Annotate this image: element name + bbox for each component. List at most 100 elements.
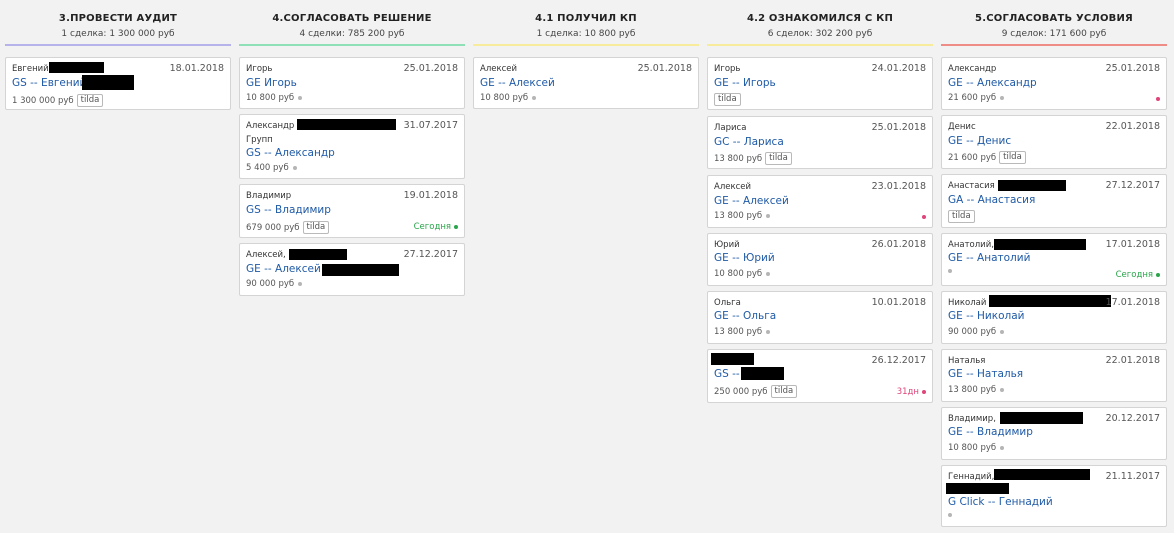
column-title[interactable]: 4.2 ОЗНАКОМИЛСЯ С КП: [707, 13, 933, 24]
deal-card[interactable]: Геннадий, 21.11.2017 G Click -- Геннадий: [941, 465, 1167, 527]
deal-title-link[interactable]: GE -- Денис: [948, 135, 1011, 147]
column-title[interactable]: 4.1 ПОЛУЧИЛ КП: [473, 13, 699, 24]
column-title[interactable]: 5.СОГЛАСОВАТЬ УСЛОВИЯ: [941, 13, 1167, 24]
tag-badge[interactable]: tilda: [714, 93, 741, 106]
task-status[interactable]: Сегодня: [1116, 270, 1160, 280]
deal-meta: [944, 513, 952, 517]
deal-amount: 13 800 руб: [714, 153, 763, 164]
redacted-block: [946, 483, 1009, 494]
contact-name: Игорь: [246, 64, 273, 74]
deal-card[interactable]: Николай 17.01.2018 GE -- Николай 90 000 …: [941, 291, 1167, 344]
deal-date: 23.01.2018: [871, 181, 926, 192]
redacted-block: [994, 239, 1086, 250]
deal-date: 26.01.2018: [871, 239, 926, 250]
deal-card[interactable]: Наталья 22.01.2018 GE -- Наталья 13 800 …: [941, 349, 1167, 402]
deal-card[interactable]: Владимир 19.01.2018 GS -- Владимир 679 0…: [239, 184, 465, 238]
deal-date: 26.12.2017: [871, 355, 926, 366]
deal-title-link[interactable]: GE -- Александр: [948, 77, 1037, 89]
tag-badge[interactable]: tilda: [765, 152, 792, 165]
deal-date: 21.11.2017: [1105, 471, 1160, 482]
redacted-block: [289, 249, 347, 260]
deal-card[interactable]: Алексей 23.01.2018 GE -- Алексей 13 800 …: [707, 175, 933, 228]
task-status[interactable]: Сегодня: [414, 222, 458, 232]
pipeline-board: 3.ПРОВЕСТИ АУДИТ 1 сделка: 1 300 000 руб…: [0, 0, 1174, 533]
deal-date: 25.01.2018: [871, 122, 926, 133]
deal-card[interactable]: Денис 22.01.2018 GE -- Денис 21 600 руб …: [941, 115, 1167, 169]
deal-card[interactable]: Евгений 18.01.2018 GS -- Евгений 1 300 0…: [5, 57, 231, 110]
deal-date: 24.01.2018: [871, 63, 926, 74]
deal-amount: 10 800 руб: [714, 269, 763, 279]
contact-name: Анатолий,: [948, 240, 994, 250]
column-title[interactable]: 4.СОГЛАСОВАТЬ РЕШЕНИЕ: [239, 13, 465, 24]
tag-badge[interactable]: tilda: [76, 94, 104, 107]
tag-badge[interactable]: tilda: [770, 385, 798, 398]
overdue-dot-icon: [1156, 97, 1160, 101]
deal-amount: 10 800 руб: [480, 93, 529, 103]
deal-meta: 10 800 руб: [714, 269, 771, 279]
contact-name: Лариса: [714, 123, 747, 133]
tag-badge[interactable]: tilda: [948, 210, 975, 223]
deal-card[interactable]: Алексей 25.01.2018 GE -- Алексей 10 800 …: [473, 57, 699, 109]
tag-badge[interactable]: tilda: [302, 221, 330, 234]
deal-title-link[interactable]: GC -- Лариса: [714, 136, 784, 148]
activity-dot-icon: [532, 96, 537, 100]
deal-title-link[interactable]: GE -- Алексей: [714, 195, 789, 207]
deal-title-link[interactable]: GE -- Ольга: [714, 310, 776, 322]
deal-title-link[interactable]: GS --: [714, 368, 740, 380]
deal-card[interactable]: Лариса 25.01.2018 GC -- Лариса 13 800 ру…: [707, 116, 933, 169]
deal-card[interactable]: 26.12.2017 GS -- 250 000 руб tilda 31дн: [707, 349, 933, 403]
deal-card[interactable]: Анатолий, 17.01.2018 GE -- Анатолий Сего…: [941, 233, 1167, 286]
column-color-bar: [473, 44, 699, 46]
deal-title-link[interactable]: GE -- Алексей (: [246, 263, 328, 275]
deal-card[interactable]: Игорь 25.01.2018 GE Игорь 10 800 руб: [239, 57, 465, 109]
deal-date: 17.01.2018: [1105, 297, 1160, 308]
column-stats: 6 сделок: 302 200 руб: [767, 29, 873, 39]
deal-card[interactable]: Алексей, 27.12.2017 GE -- Алексей ( 90 0…: [239, 243, 465, 296]
deal-card[interactable]: Игорь 24.01.2018 GE -- Игорь tilda: [707, 57, 933, 110]
redacted-block: [82, 75, 134, 90]
deal-title-link[interactable]: GS -- Евгений: [12, 77, 86, 89]
deal-meta: 10 800 руб: [480, 93, 537, 103]
contact-name: Юрий: [714, 240, 740, 250]
column-title[interactable]: 3.ПРОВЕСТИ АУДИТ: [5, 13, 231, 24]
deal-title-link[interactable]: GE -- Юрий: [714, 252, 775, 264]
task-status[interactable]: 31дн: [897, 387, 926, 397]
activity-dot-icon: [1000, 330, 1005, 334]
contact-name: Наталья: [948, 356, 986, 366]
deal-title-link[interactable]: G Click -- Геннадий: [948, 496, 1053, 508]
deal-title-link[interactable]: GE -- Игорь: [714, 77, 776, 89]
deal-amount: 90 000 руб: [948, 327, 997, 337]
deal-meta: 250 000 руб tilda: [714, 385, 798, 398]
redacted-block: [741, 367, 784, 380]
column-stats: 9 сделок: 171 600 руб: [1001, 29, 1107, 39]
deal-meta: 13 800 руб: [948, 385, 1005, 395]
deal-title-link[interactable]: GE -- Николай: [948, 310, 1024, 322]
deal-title-link[interactable]: GE Игорь: [246, 77, 297, 89]
deal-card[interactable]: Ольга 10.01.2018 GE -- Ольга 13 800 руб: [707, 291, 933, 344]
task-status-label: Сегодня: [413, 222, 451, 232]
deal-card[interactable]: Владимир, 20.12.2017 GE -- Владимир 10 8…: [941, 407, 1167, 460]
redacted-block: [998, 180, 1066, 191]
contact-name: Игорь: [714, 64, 741, 74]
tag-badge[interactable]: tilda: [999, 151, 1026, 164]
deal-card[interactable]: Александр 25.01.2018 GE -- Александр 21 …: [941, 57, 1167, 110]
column-agree-terms: 5.СОГЛАСОВАТЬ УСЛОВИЯ 9 сделок: 171 600 …: [941, 0, 1167, 527]
deal-card[interactable]: Юрий 26.01.2018 GE -- Юрий 10 800 руб: [707, 233, 933, 286]
column-color-bar: [5, 44, 231, 46]
redacted-block: [322, 264, 399, 276]
deal-amount: 1 300 000 руб: [12, 95, 74, 106]
redacted-block: [994, 469, 1090, 480]
deal-title-link[interactable]: GS -- Александр: [246, 147, 335, 159]
deal-title-link[interactable]: GA -- Анастасия: [948, 194, 1035, 206]
redacted-block: [711, 353, 754, 365]
deal-title-link[interactable]: GE -- Алексей: [480, 77, 555, 89]
deal-card[interactable]: Анастасия 27.12.2017 GA -- Анастасия til…: [941, 174, 1167, 228]
deal-title-link[interactable]: GE -- Владимир: [948, 426, 1033, 438]
deal-title-link[interactable]: GE -- Анатолий: [948, 252, 1030, 264]
deal-amount: 679 000 руб: [246, 222, 300, 233]
deal-title-link[interactable]: GE -- Наталья: [948, 368, 1023, 380]
deal-card[interactable]: Александр Групп 31.07.2017 GS -- Алексан…: [239, 114, 465, 179]
deal-title-link[interactable]: GS -- Владимир: [246, 204, 331, 216]
contact-name: Ольга: [714, 298, 741, 308]
column-header: 5.СОГЛАСОВАТЬ УСЛОВИЯ 9 сделок: 171 600 …: [941, 0, 1167, 50]
